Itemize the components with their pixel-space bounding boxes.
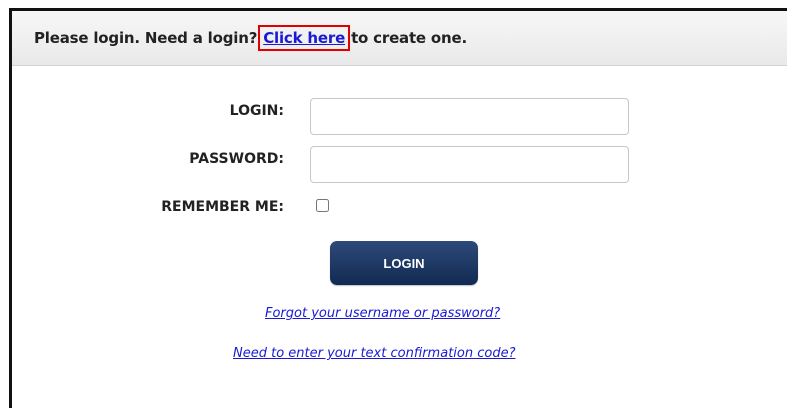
- remember-me-checkbox[interactable]: [316, 199, 329, 212]
- remember-me-label: REMEMBER ME:: [161, 199, 284, 215]
- password-label: PASSWORD:: [189, 151, 284, 167]
- login-button[interactable]: LOGIN: [330, 241, 478, 285]
- header-text-before: Please login. Need a login?: [34, 29, 258, 47]
- create-account-link[interactable]: Click here: [258, 25, 351, 51]
- password-input[interactable]: [310, 146, 629, 183]
- header-message: Please login. Need a login? Click here t…: [34, 25, 467, 51]
- login-input[interactable]: [310, 98, 629, 135]
- login-header: Please login. Need a login? Click here t…: [12, 11, 787, 66]
- header-text-after: to create one.: [351, 29, 467, 47]
- confirmation-code-link[interactable]: Need to enter your text confirmation cod…: [233, 346, 515, 361]
- login-label: LOGIN:: [229, 103, 284, 119]
- forgot-credentials-link[interactable]: Forgot your username or password?: [265, 306, 500, 321]
